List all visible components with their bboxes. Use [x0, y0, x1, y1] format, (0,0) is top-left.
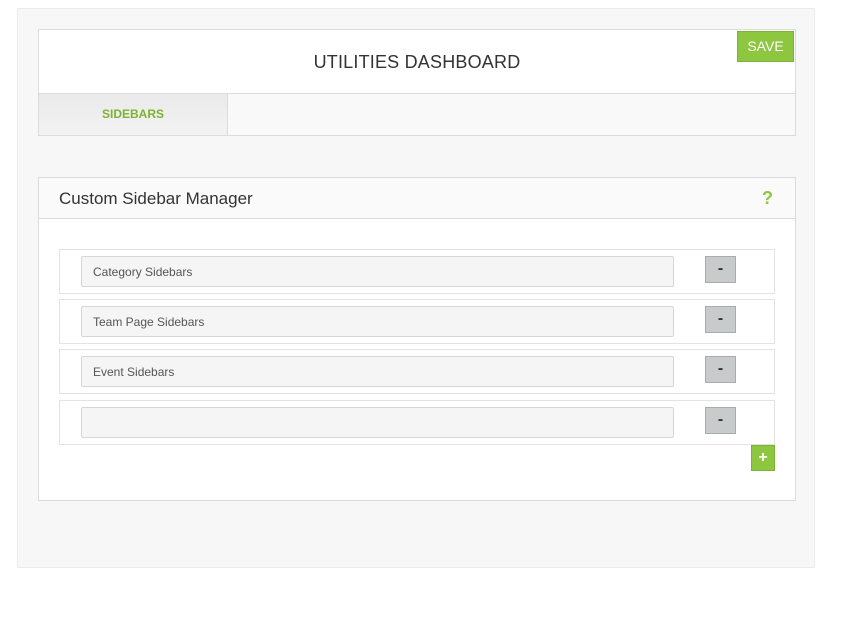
- sidebar-row: -: [59, 349, 775, 394]
- remove-sidebar-button[interactable]: -: [705, 356, 736, 383]
- page-title: UTILITIES DASHBOARD: [313, 52, 521, 72]
- sidebar-row: -: [59, 400, 775, 445]
- header-panel: UTILITIES DASHBOARD SAVE SIDEBARS: [38, 29, 796, 136]
- remove-sidebar-button[interactable]: -: [705, 256, 736, 283]
- sidebar-name-input[interactable]: [81, 306, 674, 337]
- add-sidebar-button[interactable]: +: [751, 445, 775, 471]
- remove-sidebar-button[interactable]: -: [705, 306, 736, 333]
- manager-title: Custom Sidebar Manager: [59, 189, 253, 208]
- manager-header: Custom Sidebar Manager ?: [39, 178, 795, 219]
- title-row: UTILITIES DASHBOARD: [39, 30, 795, 94]
- custom-sidebar-manager-panel: Custom Sidebar Manager ? - - - - +: [38, 177, 796, 501]
- tab-bar: SIDEBARS: [39, 94, 795, 135]
- sidebar-name-input[interactable]: [81, 256, 674, 287]
- remove-sidebar-button[interactable]: -: [705, 407, 736, 434]
- help-icon[interactable]: ?: [762, 188, 773, 209]
- sidebar-name-input[interactable]: [81, 407, 674, 438]
- sidebar-row: -: [59, 249, 775, 294]
- sidebar-name-input[interactable]: [81, 356, 674, 387]
- sidebar-row: -: [59, 299, 775, 344]
- save-button[interactable]: SAVE: [737, 31, 794, 62]
- tab-sidebars[interactable]: SIDEBARS: [39, 94, 228, 135]
